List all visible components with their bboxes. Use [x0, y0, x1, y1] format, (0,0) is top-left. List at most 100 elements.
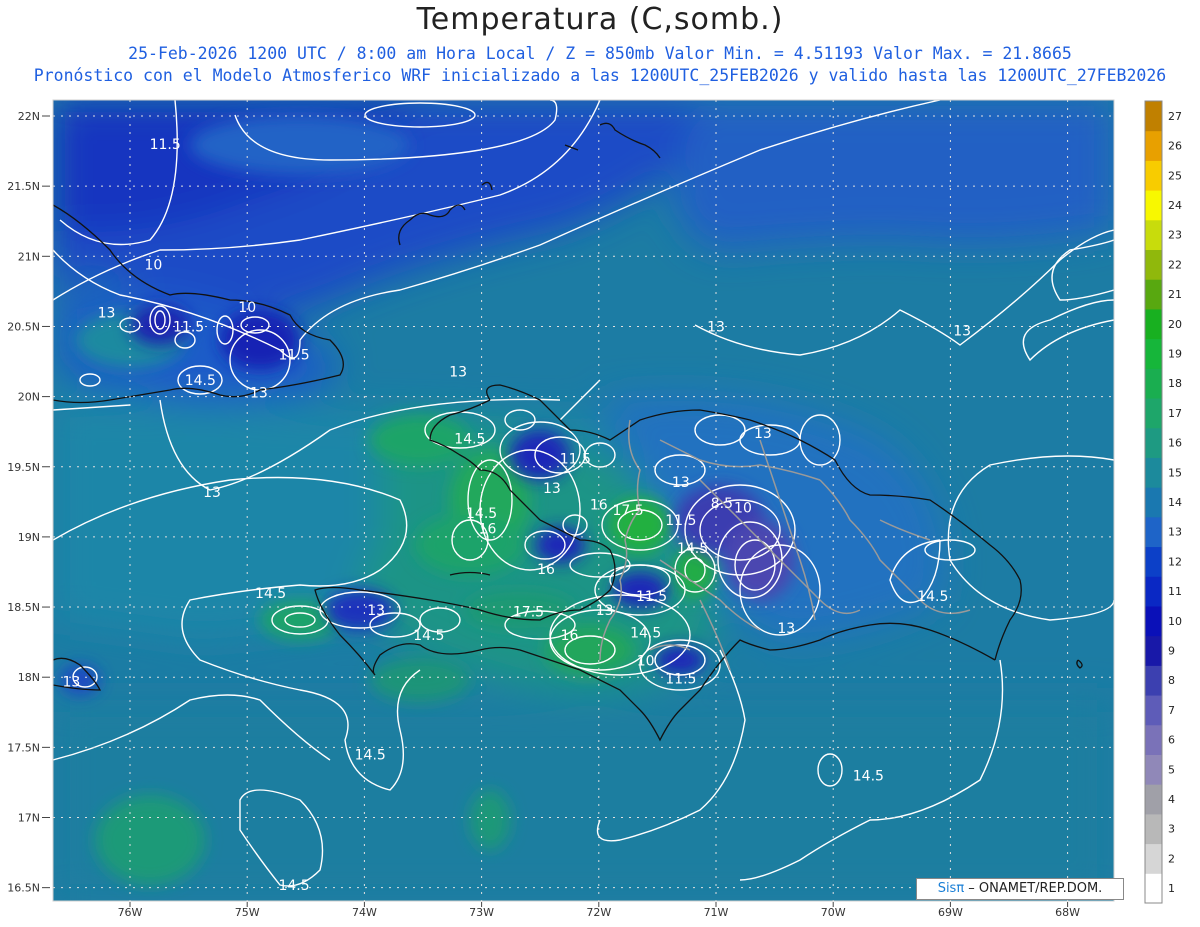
colorbar-swatch — [1145, 576, 1162, 607]
contour-label: 13 — [707, 319, 725, 335]
colorbar-label: 24 — [1168, 199, 1182, 212]
colorbar-label: 3 — [1168, 823, 1175, 836]
colorbar-label: 5 — [1168, 763, 1175, 776]
colorbar-swatch — [1145, 635, 1162, 666]
colorbar-swatch — [1145, 487, 1162, 518]
colorbar-swatch — [1145, 308, 1162, 340]
lat-tick-label: 21.5N — [7, 180, 40, 193]
colorbar-swatch — [1145, 249, 1162, 280]
colorbar-swatch — [1145, 784, 1162, 815]
contour-label: 11.5 — [665, 513, 696, 529]
colorbar-label: 18 — [1168, 377, 1182, 390]
colorbar-label: 16 — [1168, 437, 1182, 450]
contour-label: 11.5 — [560, 451, 591, 467]
lon-tick-label: 76W — [118, 906, 143, 919]
contour-label: 16 — [479, 521, 497, 537]
colorbar-label: 9 — [1168, 645, 1175, 658]
contour-label: 13 — [754, 426, 772, 442]
colorbar-swatch — [1145, 605, 1162, 637]
lon-tick-label: 73W — [469, 906, 494, 919]
lat-tick-label: 17N — [18, 812, 40, 825]
colorbar-swatch — [1145, 219, 1162, 251]
colorbar-swatch — [1145, 516, 1162, 548]
colorbar-label: 22 — [1168, 258, 1182, 271]
contour-label: 14.5 — [677, 541, 708, 557]
lon-tick-label: 68W — [1055, 906, 1080, 919]
colorbar-label: 7 — [1168, 704, 1175, 717]
colorbar-swatch — [1145, 813, 1162, 845]
contour-label: 10 — [145, 258, 163, 274]
contour-label: 14.5 — [853, 768, 884, 784]
colorbar-label: 2 — [1168, 852, 1175, 865]
contour-label: 14.5 — [355, 747, 386, 763]
colorbar-label: 25 — [1168, 169, 1182, 182]
lon-tick-label: 71W — [704, 906, 729, 919]
colorbar-swatch — [1145, 279, 1162, 310]
contour-label: 14.5 — [255, 586, 286, 602]
lat-tick-label: 17.5N — [7, 741, 40, 754]
lat-tick-label: 18N — [18, 671, 40, 684]
colorbar-swatch — [1145, 695, 1162, 726]
contour-label: 13 — [777, 621, 795, 637]
lat-tick-label: 16.5N — [7, 882, 40, 895]
colorbar-label: 15 — [1168, 466, 1182, 479]
colorbar-label: 8 — [1168, 674, 1175, 687]
colorbar-label: 13 — [1168, 526, 1182, 539]
lon-tick-label: 75W — [235, 906, 260, 919]
colorbar-label: 19 — [1168, 347, 1182, 360]
contour-label: 11.5 — [150, 137, 181, 153]
colorbar-label: 12 — [1168, 555, 1182, 568]
colorbar-label: 11 — [1168, 585, 1182, 598]
contour-label: 16 — [537, 562, 555, 578]
contour-label: 10 — [637, 653, 655, 669]
lon-tick-label: 69W — [938, 906, 963, 919]
lon-tick-label: 70W — [821, 906, 846, 919]
colorbar-label: 21 — [1168, 288, 1182, 301]
colorbar-label: 23 — [1168, 229, 1182, 242]
contour-label: 14.5 — [413, 628, 444, 644]
contour-label: 13 — [596, 603, 614, 619]
colorbar: 1234567891011121314151617181920212223242… — [1144, 100, 1182, 904]
contour-label: 14.5 — [454, 432, 485, 448]
lat-tick-label: 18.5N — [7, 601, 40, 614]
contour-label: 13 — [98, 305, 116, 321]
contour-label: 13 — [953, 324, 971, 340]
lat-tick-label: 19N — [18, 531, 40, 544]
lat-tick-label: 20.5N — [7, 320, 40, 333]
contour-label: 11.5 — [636, 589, 667, 605]
contour-label: 13 — [203, 485, 221, 501]
contour-label: 10 — [734, 500, 752, 516]
colorbar-swatch — [1145, 843, 1162, 874]
colorbar-swatch — [1145, 130, 1162, 161]
colorbar-label: 26 — [1168, 140, 1182, 153]
contour-label: 13 — [250, 385, 268, 401]
contour-label: 14.5 — [278, 878, 309, 894]
contour-label: 17.5 — [613, 503, 644, 519]
contour-label: 14.5 — [630, 625, 661, 641]
contour-label: 13 — [543, 481, 561, 497]
colorbar-swatch — [1145, 427, 1162, 458]
colorbar-swatch — [1145, 873, 1162, 904]
credit-text: – ONAMET/REP.DOM. — [964, 881, 1103, 896]
contour-label: 16 — [561, 628, 579, 644]
contour-label: 14.5 — [185, 373, 216, 389]
credit-box: Sisπ – ONAMET/REP.DOM. — [916, 878, 1124, 900]
contour-label: 11.5 — [173, 319, 204, 335]
contour-label: 13 — [367, 603, 385, 619]
contour-label: 10 — [238, 300, 256, 316]
latitude-axis: 22N 21.5N 21N 20.5N 20N 19.5N 19N 18.5N 18N 17.5N… — [7, 110, 50, 895]
contour-label: 17.5 — [513, 604, 544, 620]
colorbar-swatch — [1145, 338, 1162, 369]
contour-label: 13 — [672, 475, 690, 491]
lat-tick-label: 19.5N — [7, 461, 40, 474]
colorbar-swatch — [1145, 546, 1162, 577]
colorbar-swatch — [1145, 398, 1162, 429]
colorbar-label: 1 — [1168, 882, 1175, 895]
colorbar-label: 14 — [1168, 496, 1182, 509]
colorbar-swatch — [1145, 101, 1162, 132]
colorbar-swatch — [1145, 190, 1162, 221]
contour-label: 14.5 — [917, 589, 948, 605]
colorbar-swatch — [1145, 665, 1162, 696]
colorbar-label: 10 — [1168, 615, 1182, 628]
colorbar-label: 20 — [1168, 318, 1182, 331]
